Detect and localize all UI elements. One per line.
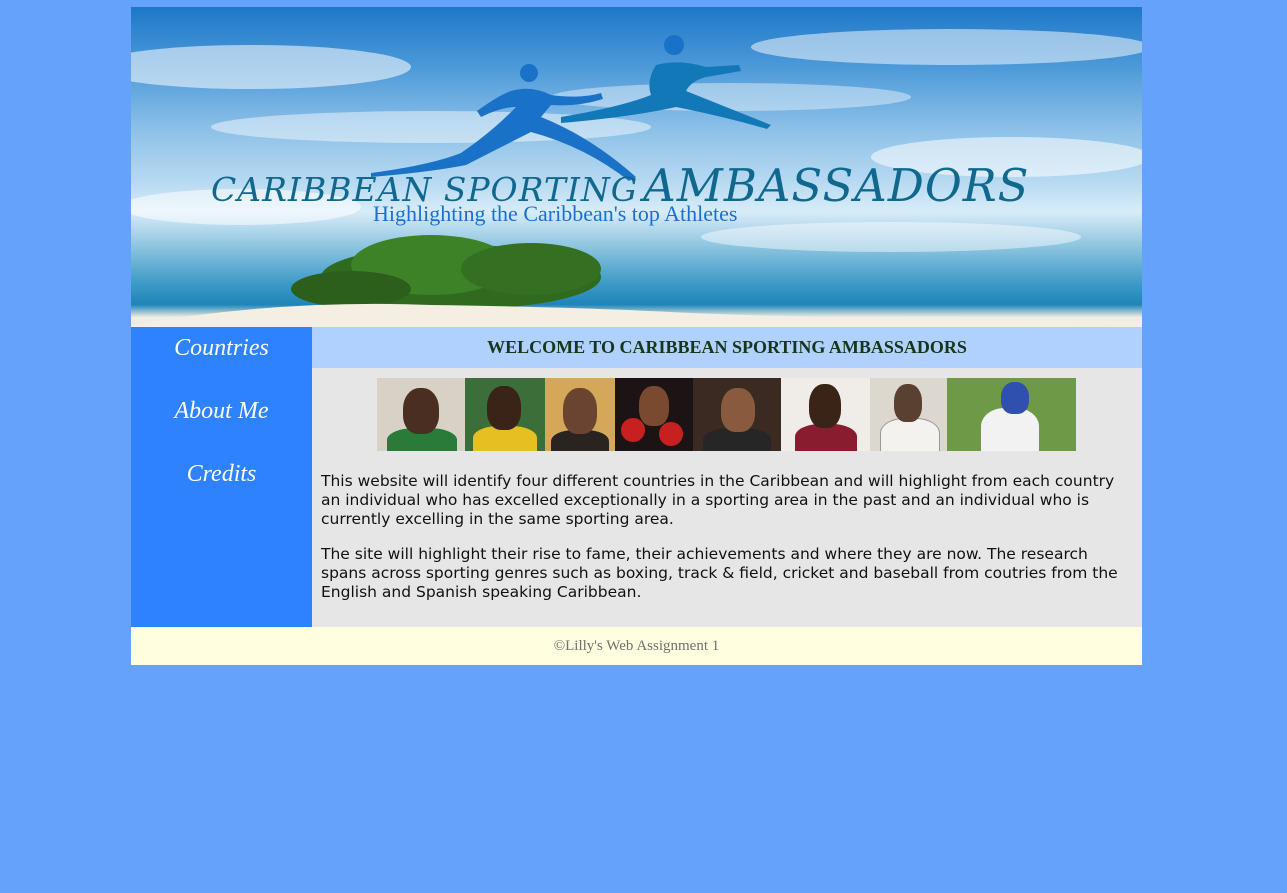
main-section: Countries About Me Credits WELCOME TO CA… <box>131 327 1142 627</box>
intro-paragraph: This website will identify four differen… <box>321 472 1115 528</box>
athlete-photo <box>377 378 465 451</box>
athlete-photo <box>947 378 1076 451</box>
details-paragraph: The site will highlight their rise to fa… <box>321 545 1118 601</box>
athlete-photo <box>870 378 947 451</box>
header-banner: CARIBBEAN SPORTING AMBASSADORS Highlight… <box>131 7 1142 327</box>
athlete-photo-strip <box>377 378 1076 451</box>
page-wrapper: CARIBBEAN SPORTING AMBASSADORS Highlight… <box>131 7 1142 665</box>
sidebar-nav: Countries About Me Credits <box>131 327 312 627</box>
nav-link-about-me[interactable]: About Me <box>131 398 312 425</box>
nav-link-countries[interactable]: Countries <box>131 335 312 362</box>
athlete-photo <box>545 378 615 451</box>
athlete-photo <box>693 378 781 451</box>
athlete-photo <box>781 378 870 451</box>
welcome-heading: WELCOME TO CARIBBEAN SPORTING AMBASSADOR… <box>312 327 1142 368</box>
content-area: WELCOME TO CARIBBEAN SPORTING AMBASSADOR… <box>312 327 1142 627</box>
banner-subtitle: Highlighting the Caribbean's top Athlete… <box>373 201 738 226</box>
page-footer: ©Lilly's Web Assignment 1 <box>131 627 1142 665</box>
athlete-photo <box>615 378 693 451</box>
athlete-photo <box>465 378 545 451</box>
nav-link-credits[interactable]: Credits <box>131 461 312 488</box>
